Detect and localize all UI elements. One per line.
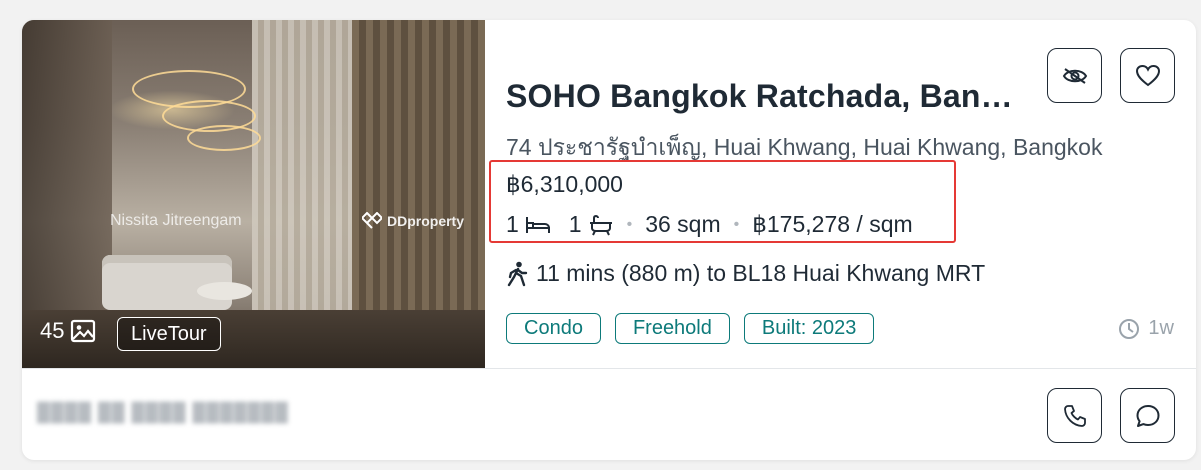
posted-time: 1w bbox=[1118, 317, 1174, 340]
image-icon bbox=[71, 319, 96, 343]
bathtub-icon bbox=[589, 214, 612, 235]
bathrooms-count: 1 bbox=[568, 211, 582, 237]
live-tour-label: LiveTour bbox=[131, 322, 207, 345]
listing-title[interactable]: SOHO Bangkok Ratchada, Ban… bbox=[506, 78, 1046, 115]
photo-watermark-brand: DDproperty bbox=[362, 212, 464, 230]
tag-built-year: Built: 2023 bbox=[743, 313, 875, 344]
transit-info: 11 mins (880 m) to BL18 Huai Khwang MRT bbox=[506, 260, 985, 287]
chat-bubble-icon bbox=[1136, 404, 1159, 427]
bathrooms-spec: 1 bbox=[569, 211, 614, 238]
walking-person-icon bbox=[507, 261, 528, 286]
heart-icon bbox=[1135, 64, 1160, 86]
phone-icon bbox=[1063, 404, 1086, 427]
photo-count[interactable]: 45 bbox=[40, 318, 96, 344]
listing-photo[interactable]: Nissita Jitreengam DDproperty 45 LiveTou… bbox=[22, 20, 485, 368]
clock-icon bbox=[1119, 318, 1140, 339]
hide-listing-button[interactable] bbox=[1047, 48, 1102, 103]
posted-time-label: 1w bbox=[1148, 317, 1174, 339]
photo-table bbox=[197, 282, 252, 300]
favorite-button[interactable] bbox=[1120, 48, 1175, 103]
agent-name[interactable]: ████ ██ ████ ███████ bbox=[37, 402, 289, 423]
card-divider bbox=[22, 368, 1196, 369]
photo-count-value: 45 bbox=[40, 318, 65, 343]
listing-price: ฿6,310,000 bbox=[506, 171, 623, 197]
bedrooms-count: 1 bbox=[506, 211, 519, 237]
call-button[interactable] bbox=[1047, 388, 1102, 443]
eye-slash-icon bbox=[1062, 67, 1087, 84]
transit-text: 11 mins (880 m) to BL18 Huai Khwang MRT bbox=[536, 260, 986, 286]
live-tour-badge[interactable]: LiveTour bbox=[117, 317, 221, 351]
brand-label: DDproperty bbox=[387, 213, 465, 229]
chat-button[interactable] bbox=[1120, 388, 1175, 443]
tag-property-type: Condo bbox=[506, 313, 601, 344]
listing-card[interactable]: Nissita Jitreengam DDproperty 45 LiveTou… bbox=[22, 20, 1196, 460]
area-spec: 36 sqm bbox=[645, 211, 721, 237]
photo-watermark-name: Nissita Jitreengam bbox=[110, 212, 242, 229]
separator-dot: • bbox=[626, 215, 633, 233]
bed-icon bbox=[525, 216, 550, 233]
separator-dot: • bbox=[733, 215, 740, 233]
listing-tags: Condo Freehold Built: 2023 bbox=[506, 313, 875, 344]
bedrooms-spec: 1 bbox=[506, 211, 551, 238]
chandelier-ring bbox=[187, 125, 261, 151]
listing-specs: 1 1 • 36 sqm • ฿175,278 / sqm bbox=[506, 211, 913, 238]
tag-tenure: Freehold bbox=[614, 313, 730, 344]
price-per-sqm: ฿175,278 / sqm bbox=[752, 211, 913, 237]
ddproperty-logo-icon bbox=[362, 212, 382, 229]
